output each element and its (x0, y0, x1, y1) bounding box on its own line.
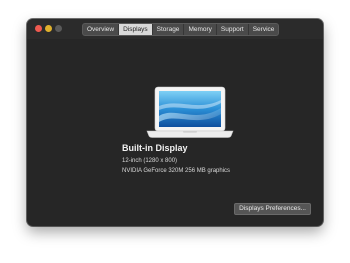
display-info: Built-in Display 12-inch (1280 x 800) NV… (122, 143, 230, 174)
laptop-icon (146, 86, 234, 138)
tab-support[interactable]: Support (217, 24, 249, 35)
tab-memory[interactable]: Memory (184, 24, 217, 35)
display-title: Built-in Display (122, 143, 188, 153)
title-bar: Overview Displays Storage Memory Support… (27, 19, 323, 39)
close-button[interactable] (35, 25, 42, 32)
desktop-background: Overview Displays Storage Memory Support… (0, 0, 350, 263)
minimize-button[interactable] (45, 25, 52, 32)
tab-bar: Overview Displays Storage Memory Support… (82, 23, 280, 36)
display-size: 12-inch (1280 x 800) (122, 158, 178, 164)
displays-preferences-button[interactable]: Displays Preferences... (234, 203, 311, 215)
about-this-mac-window: Overview Displays Storage Memory Support… (27, 19, 323, 226)
tab-service[interactable]: Service (249, 24, 279, 35)
tab-overview[interactable]: Overview (83, 24, 120, 35)
zoom-button[interactable] (55, 25, 62, 32)
tab-storage[interactable]: Storage (153, 24, 185, 35)
display-graphics: NVIDIA GeForce 320M 256 MB graphics (122, 168, 231, 174)
tab-displays[interactable]: Displays (119, 24, 153, 35)
